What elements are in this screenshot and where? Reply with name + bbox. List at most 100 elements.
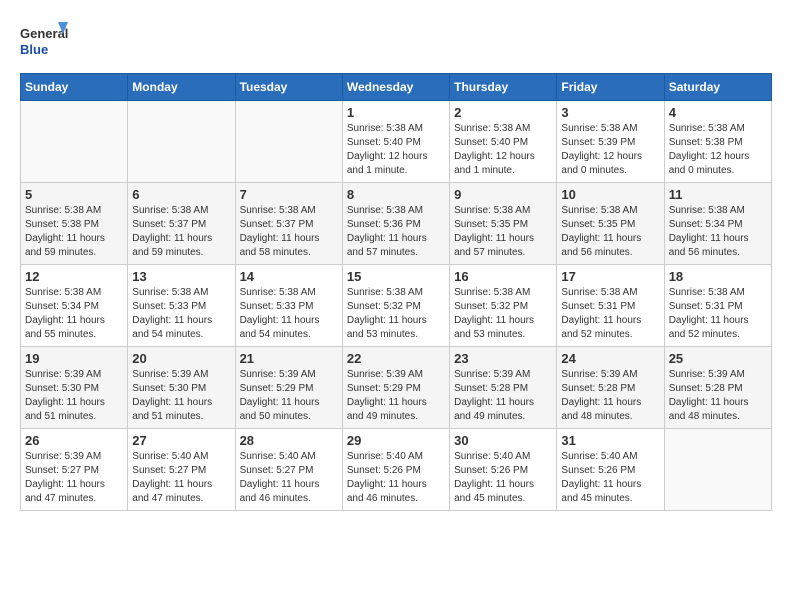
calendar-day-30: 30 Sunrise: 5:40 AM Sunset: 5:26 PM Dayli… xyxy=(450,429,557,511)
calendar-week-row: 12 Sunrise: 5:38 AM Sunset: 5:34 PM Dayli… xyxy=(21,265,772,347)
calendar-day-22: 22 Sunrise: 5:39 AM Sunset: 5:29 PM Dayli… xyxy=(342,347,449,429)
day-info: Sunrise: 5:38 AM Sunset: 5:38 PM Dayligh… xyxy=(669,122,767,178)
day-info: Sunrise: 5:39 AM Sunset: 5:29 PM Dayligh… xyxy=(347,368,445,424)
calendar-day-15: 15 Sunrise: 5:38 AM Sunset: 5:32 PM Dayli… xyxy=(342,265,449,347)
day-info: Sunrise: 5:40 AM Sunset: 5:26 PM Dayligh… xyxy=(347,450,445,506)
day-number: 3 xyxy=(561,105,659,120)
calendar-empty-cell xyxy=(235,101,342,183)
day-number: 26 xyxy=(25,433,123,448)
calendar-day-31: 31 Sunrise: 5:40 AM Sunset: 5:26 PM Dayli… xyxy=(557,429,664,511)
svg-text:Blue: Blue xyxy=(20,42,48,57)
calendar-day-12: 12 Sunrise: 5:38 AM Sunset: 5:34 PM Dayli… xyxy=(21,265,128,347)
calendar-day-25: 25Sunrise: 5:39 AM Sunset: 5:28 PM Dayli… xyxy=(664,347,771,429)
day-number: 18 xyxy=(669,269,767,284)
day-info: Sunrise: 5:38 AM Sunset: 5:31 PM Dayligh… xyxy=(561,286,659,342)
day-info: Sunrise: 5:38 AM Sunset: 5:37 PM Dayligh… xyxy=(240,204,338,260)
day-number: 27 xyxy=(132,433,230,448)
day-info: Sunrise: 5:38 AM Sunset: 5:31 PM Dayligh… xyxy=(669,286,767,342)
calendar-empty-cell xyxy=(128,101,235,183)
day-number: 4 xyxy=(669,105,767,120)
weekday-header-monday: Monday xyxy=(128,74,235,101)
day-number: 14 xyxy=(240,269,338,284)
day-info: Sunrise: 5:38 AM Sunset: 5:32 PM Dayligh… xyxy=(347,286,445,342)
weekday-header-wednesday: Wednesday xyxy=(342,74,449,101)
calendar-day-13: 13 Sunrise: 5:38 AM Sunset: 5:33 PM Dayli… xyxy=(128,265,235,347)
day-number: 5 xyxy=(25,187,123,202)
calendar-day-4: 4 Sunrise: 5:38 AM Sunset: 5:38 PM Daylig… xyxy=(664,101,771,183)
day-info: Sunrise: 5:38 AM Sunset: 5:40 PM Dayligh… xyxy=(454,122,552,178)
day-number: 7 xyxy=(240,187,338,202)
day-info: Sunrise: 5:40 AM Sunset: 5:27 PM Dayligh… xyxy=(132,450,230,506)
day-number: 17 xyxy=(561,269,659,284)
day-number: 12 xyxy=(25,269,123,284)
calendar-week-row: 26 Sunrise: 5:39 AM Sunset: 5:27 PM Dayli… xyxy=(21,429,772,511)
calendar-empty-cell xyxy=(664,429,771,511)
day-info: Sunrise: 5:38 AM Sunset: 5:37 PM Dayligh… xyxy=(132,204,230,260)
day-info: Sunrise: 5:38 AM Sunset: 5:34 PM Dayligh… xyxy=(25,286,123,342)
calendar-day-16: 16Sunrise: 5:38 AM Sunset: 5:32 PM Dayli… xyxy=(450,265,557,347)
calendar-day-8: 8 Sunrise: 5:38 AM Sunset: 5:36 PM Daylig… xyxy=(342,183,449,265)
day-number: 21 xyxy=(240,351,338,366)
day-number: 19 xyxy=(25,351,123,366)
day-info: Sunrise: 5:38 AM Sunset: 5:33 PM Dayligh… xyxy=(240,286,338,342)
calendar-day-10: 10 Sunrise: 5:38 AM Sunset: 5:35 PM Dayli… xyxy=(557,183,664,265)
day-number: 30 xyxy=(454,433,552,448)
weekday-header-sunday: Sunday xyxy=(21,74,128,101)
day-info: Sunrise: 5:38 AM Sunset: 5:34 PM Dayligh… xyxy=(669,204,767,260)
day-info: Sunrise: 5:40 AM Sunset: 5:26 PM Dayligh… xyxy=(454,450,552,506)
day-number: 29 xyxy=(347,433,445,448)
day-number: 23 xyxy=(454,351,552,366)
day-info: Sunrise: 5:39 AM Sunset: 5:28 PM Dayligh… xyxy=(561,368,659,424)
day-number: 1 xyxy=(347,105,445,120)
day-number: 10 xyxy=(561,187,659,202)
day-info: Sunrise: 5:39 AM Sunset: 5:29 PM Dayligh… xyxy=(240,368,338,424)
weekday-header-friday: Friday xyxy=(557,74,664,101)
calendar-day-18: 18 Sunrise: 5:38 AM Sunset: 5:31 PM Dayli… xyxy=(664,265,771,347)
calendar-day-7: 7 Sunrise: 5:38 AM Sunset: 5:37 PM Daylig… xyxy=(235,183,342,265)
day-number: 13 xyxy=(132,269,230,284)
day-info: Sunrise: 5:38 AM Sunset: 5:36 PM Dayligh… xyxy=(347,204,445,260)
day-number: 31 xyxy=(561,433,659,448)
calendar-day-3: 3 Sunrise: 5:38 AM Sunset: 5:39 PM Daylig… xyxy=(557,101,664,183)
calendar-day-1: 1 Sunrise: 5:38 AM Sunset: 5:40 PM Daylig… xyxy=(342,101,449,183)
calendar-day-28: 28 Sunrise: 5:40 AM Sunset: 5:27 PM Dayli… xyxy=(235,429,342,511)
day-number: 25 xyxy=(669,351,767,366)
day-info: Sunrise: 5:38 AM Sunset: 5:32 PM Dayligh… xyxy=(454,286,552,342)
day-number: 22 xyxy=(347,351,445,366)
calendar-week-row: 1 Sunrise: 5:38 AM Sunset: 5:40 PM Daylig… xyxy=(21,101,772,183)
day-info: Sunrise: 5:38 AM Sunset: 5:40 PM Dayligh… xyxy=(347,122,445,178)
weekday-header-thursday: Thursday xyxy=(450,74,557,101)
day-info: Sunrise: 5:39 AM Sunset: 5:30 PM Dayligh… xyxy=(25,368,123,424)
day-number: 9 xyxy=(454,187,552,202)
day-info: Sunrise: 5:39 AM Sunset: 5:28 PM Dayligh… xyxy=(454,368,552,424)
day-info: Sunrise: 5:40 AM Sunset: 5:26 PM Dayligh… xyxy=(561,450,659,506)
calendar-week-row: 5 Sunrise: 5:38 AM Sunset: 5:38 PM Daylig… xyxy=(21,183,772,265)
calendar-day-6: 6 Sunrise: 5:38 AM Sunset: 5:37 PM Daylig… xyxy=(128,183,235,265)
day-number: 6 xyxy=(132,187,230,202)
calendar-day-27: 27 Sunrise: 5:40 AM Sunset: 5:27 PM Dayli… xyxy=(128,429,235,511)
day-number: 2 xyxy=(454,105,552,120)
day-info: Sunrise: 5:39 AM Sunset: 5:27 PM Dayligh… xyxy=(25,450,123,506)
calendar-day-19: 19 Sunrise: 5:39 AM Sunset: 5:30 PM Dayli… xyxy=(21,347,128,429)
day-info: Sunrise: 5:38 AM Sunset: 5:39 PM Dayligh… xyxy=(561,122,659,178)
calendar-day-24: 24 Sunrise: 5:39 AM Sunset: 5:28 PM Dayli… xyxy=(557,347,664,429)
day-info: Sunrise: 5:38 AM Sunset: 5:35 PM Dayligh… xyxy=(454,204,552,260)
calendar-day-26: 26 Sunrise: 5:39 AM Sunset: 5:27 PM Dayli… xyxy=(21,429,128,511)
day-info: Sunrise: 5:38 AM Sunset: 5:35 PM Dayligh… xyxy=(561,204,659,260)
calendar-day-5: 5 Sunrise: 5:38 AM Sunset: 5:38 PM Daylig… xyxy=(21,183,128,265)
weekday-header-saturday: Saturday xyxy=(664,74,771,101)
weekday-header-tuesday: Tuesday xyxy=(235,74,342,101)
day-number: 8 xyxy=(347,187,445,202)
page-header: GeneralBlue xyxy=(20,20,772,65)
day-info: Sunrise: 5:38 AM Sunset: 5:33 PM Dayligh… xyxy=(132,286,230,342)
day-info: Sunrise: 5:38 AM Sunset: 5:38 PM Dayligh… xyxy=(25,204,123,260)
day-number: 28 xyxy=(240,433,338,448)
calendar-day-20: 20Sunrise: 5:39 AM Sunset: 5:30 PM Dayli… xyxy=(128,347,235,429)
calendar-day-29: 29 Sunrise: 5:40 AM Sunset: 5:26 PM Dayli… xyxy=(342,429,449,511)
calendar-day-11: 11 Sunrise: 5:38 AM Sunset: 5:34 PM Dayli… xyxy=(664,183,771,265)
day-number: 11 xyxy=(669,187,767,202)
day-number: 24 xyxy=(561,351,659,366)
day-number: 15 xyxy=(347,269,445,284)
calendar-empty-cell xyxy=(21,101,128,183)
day-info: Sunrise: 5:40 AM Sunset: 5:27 PM Dayligh… xyxy=(240,450,338,506)
